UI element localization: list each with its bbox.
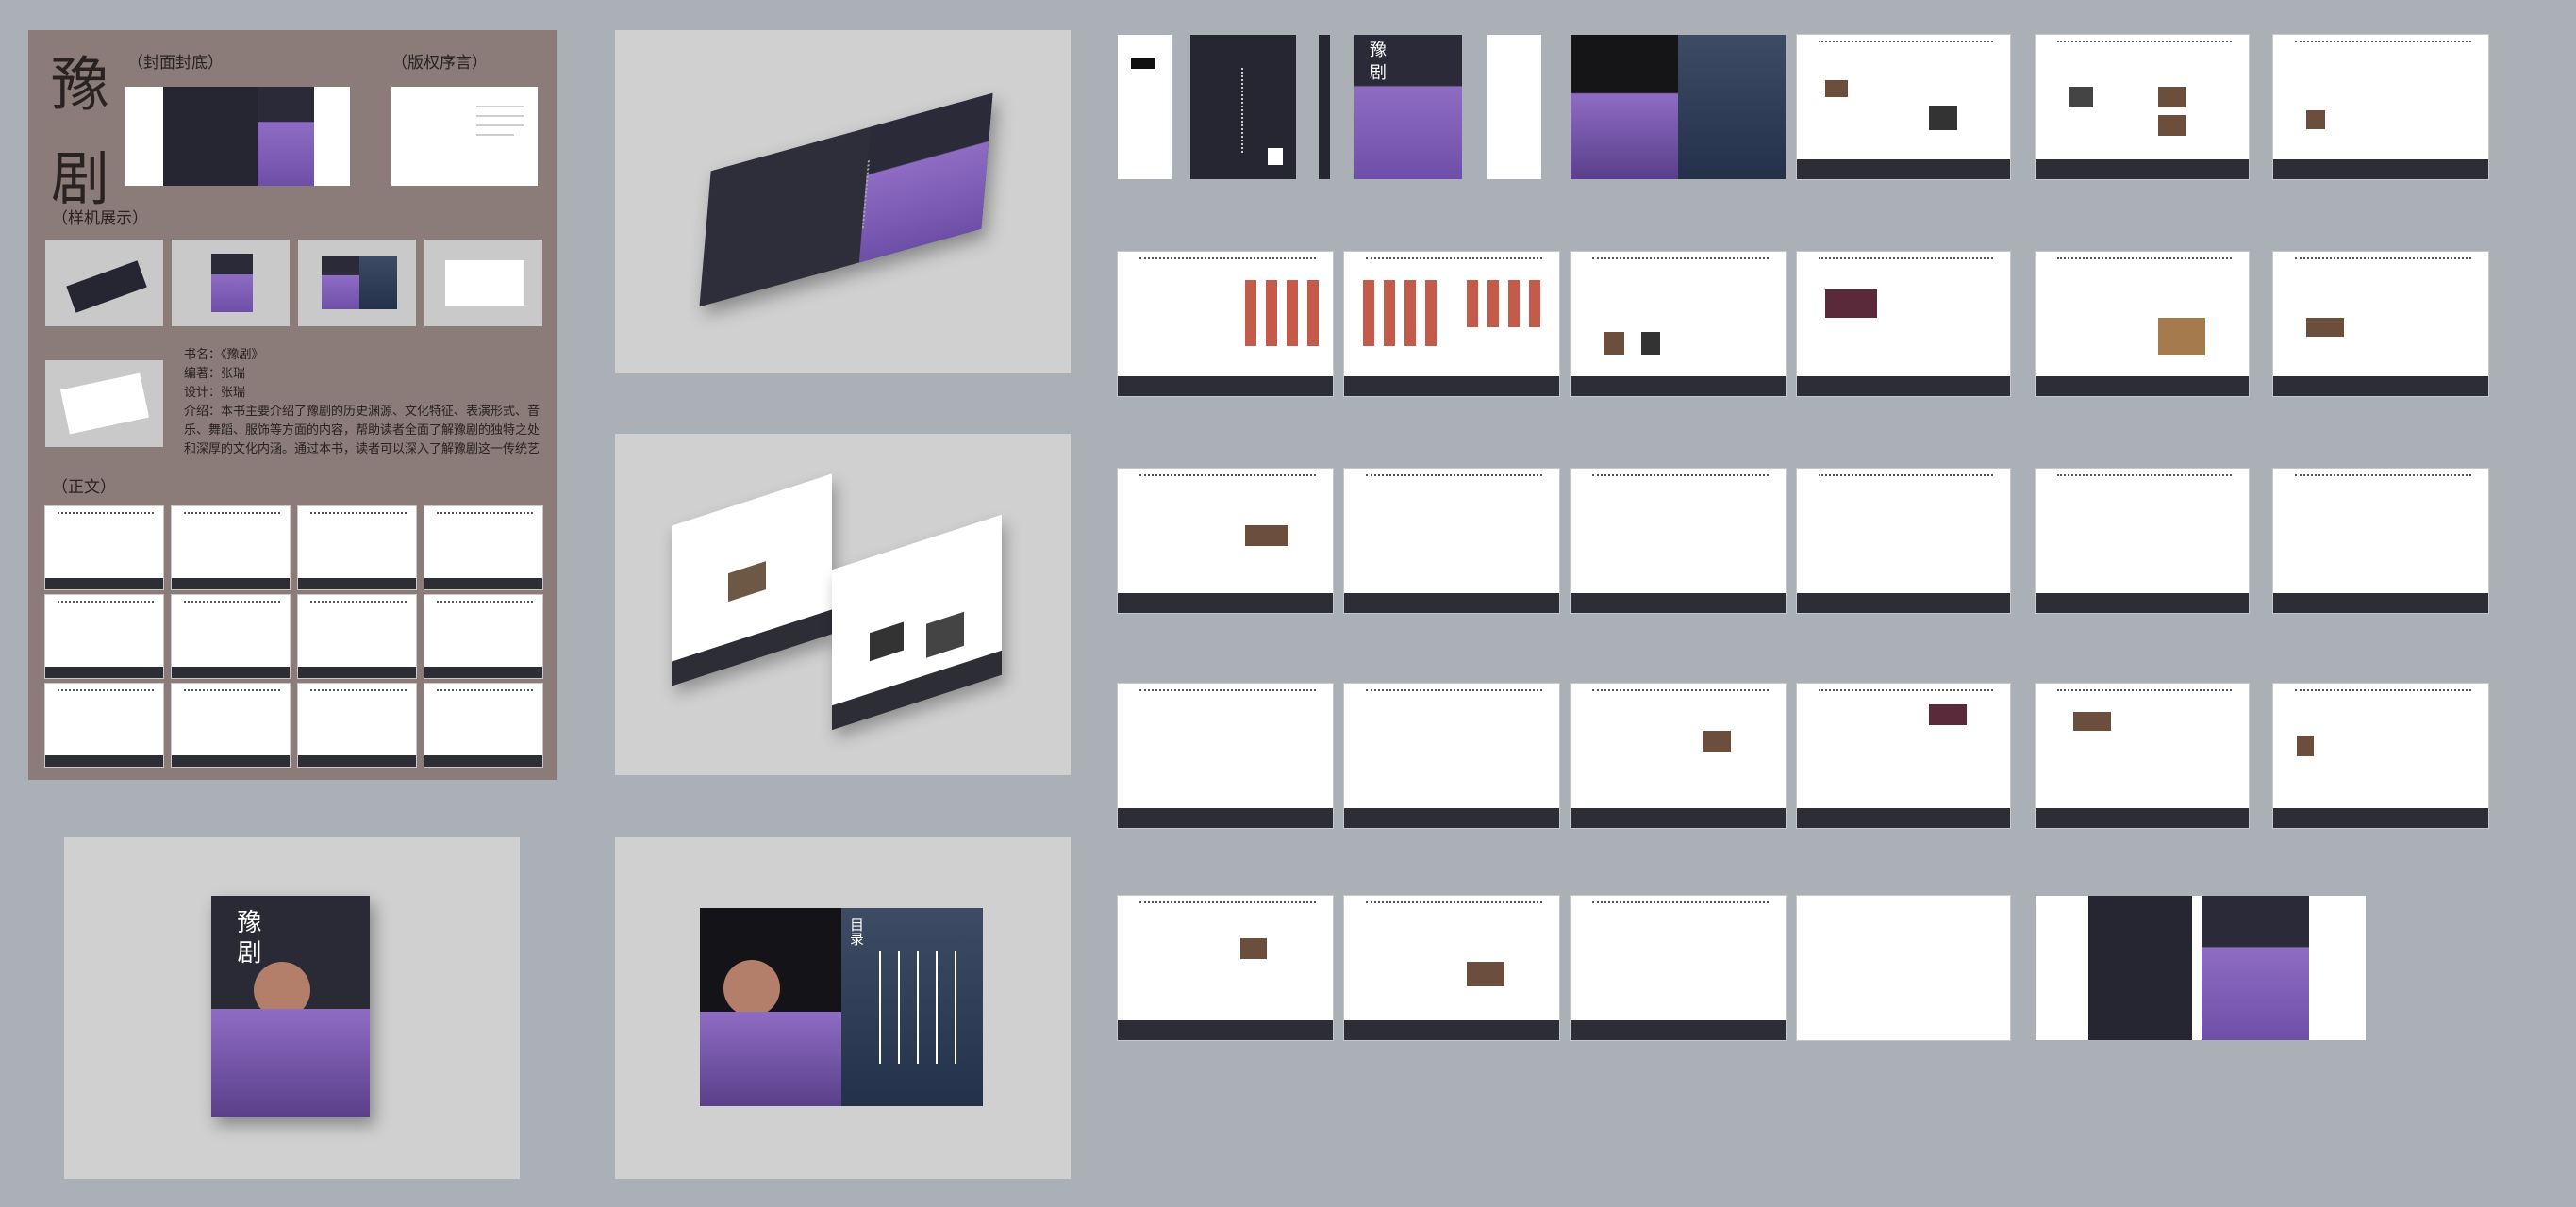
front-cover-title: 豫剧: [1367, 41, 1387, 86]
main-thumb: [45, 684, 163, 767]
cover-back-thumbnail: [125, 87, 350, 186]
spread-r1-1: [1797, 35, 2010, 179]
main-thumb: [298, 506, 416, 589]
main-thumb: [172, 506, 290, 589]
toc-spread: [1571, 35, 1786, 179]
main-thumb: [424, 684, 542, 767]
toc-label: 目录: [848, 918, 865, 946]
spread-r2-5: [2036, 252, 2249, 396]
mockup-thumb-2: [172, 240, 290, 326]
standing-title: 豫剧: [233, 909, 261, 969]
spread-r2-1: [1118, 252, 1333, 396]
copyright-thumbnail: [391, 87, 538, 186]
mockup-thumb-1: [45, 240, 163, 326]
spread-r3-1: [1118, 469, 1333, 613]
book-closed-cover: [699, 92, 993, 307]
cover-spine-back: [1190, 35, 1296, 179]
mockup-thumb-4: [424, 240, 542, 326]
spread-r4-4: [1797, 684, 2010, 828]
designer: 设计：张瑞: [184, 386, 246, 400]
back-cover-page: [1118, 35, 1172, 179]
spread-r3-5: [2036, 469, 2249, 613]
author: 编著：张瑞: [184, 367, 246, 381]
main-thumb: [298, 684, 416, 767]
toc-left-page: [700, 908, 841, 1106]
flyleaf-page: [1487, 35, 1541, 179]
spread-r4-1: [1118, 684, 1333, 828]
front-cover-page: 豫剧: [1354, 35, 1462, 179]
mockup-book-closed: [615, 30, 1071, 373]
label-main: （正文）: [52, 478, 116, 497]
spread-r5-1: [1118, 896, 1333, 1040]
spread-r4-5: [2036, 684, 2249, 828]
toc-right-page: 目录: [841, 908, 983, 1106]
main-thumb: [298, 595, 416, 678]
intro: 介绍：本书主要介绍了豫剧的历史渊源、文化特征、表演形式、音乐、舞蹈、服饰等方面的…: [184, 405, 540, 456]
vertical-title: 豫 剧: [51, 47, 117, 217]
label-copyright: （版权序言）: [391, 54, 488, 73]
title-char-1: 豫: [51, 50, 110, 119]
spread-r5-3: [1571, 896, 1786, 1040]
spread-r3-4: [1797, 469, 2010, 613]
open-left-page: [672, 473, 832, 686]
main-thumb: [424, 595, 542, 678]
open-right-page: [832, 514, 1002, 731]
spread-r2-6: [2273, 252, 2488, 396]
afterword-spread: [1797, 896, 2010, 1040]
spread-r1-3: [2273, 35, 2488, 179]
label-cover: （封面封底）: [127, 54, 224, 73]
spread-r4-2: [1344, 684, 1559, 828]
mockup-toc-spread: 目录: [615, 837, 1071, 1179]
spread-r2-2: [1344, 252, 1559, 396]
mockup-thumb-5: [45, 360, 163, 447]
spread-r3-3: [1571, 469, 1786, 613]
info-panel: 豫 剧 （封面封底） （版权序言） （样机展示） 书名：《豫剧》 编著：张瑞 设…: [28, 30, 557, 780]
spread-r4-3: [1571, 684, 1786, 828]
mockup-book-open: [615, 434, 1071, 775]
mockup-book-standing: 豫剧: [64, 837, 520, 1179]
spread-r2-4: [1797, 252, 2010, 396]
back-cover-spread: [2036, 896, 2366, 1040]
spine: [1319, 35, 1330, 179]
spread-r3-6: [2273, 469, 2488, 613]
spread-r4-6: [2273, 684, 2488, 828]
main-thumb: [45, 595, 163, 678]
main-thumb: [172, 684, 290, 767]
main-thumb-grid: [45, 506, 545, 789]
main-thumb: [424, 506, 542, 589]
main-thumb: [45, 506, 163, 589]
spread-r1-2: [2036, 35, 2249, 179]
spread-r2-3: [1571, 252, 1786, 396]
standing-book: 豫剧: [211, 896, 370, 1117]
spread-r5-2: [1344, 896, 1559, 1040]
info-block: 书名：《豫剧》 编著：张瑞 设计：张瑞 介绍：本书主要介绍了豫剧的历史渊源、文化…: [184, 346, 542, 459]
spread-r3-2: [1344, 469, 1559, 613]
main-thumb: [172, 595, 290, 678]
label-mockups: （样机展示）: [52, 209, 148, 228]
mockup-thumb-3: [298, 240, 416, 326]
book-name: 书名：《豫剧》: [184, 348, 264, 362]
